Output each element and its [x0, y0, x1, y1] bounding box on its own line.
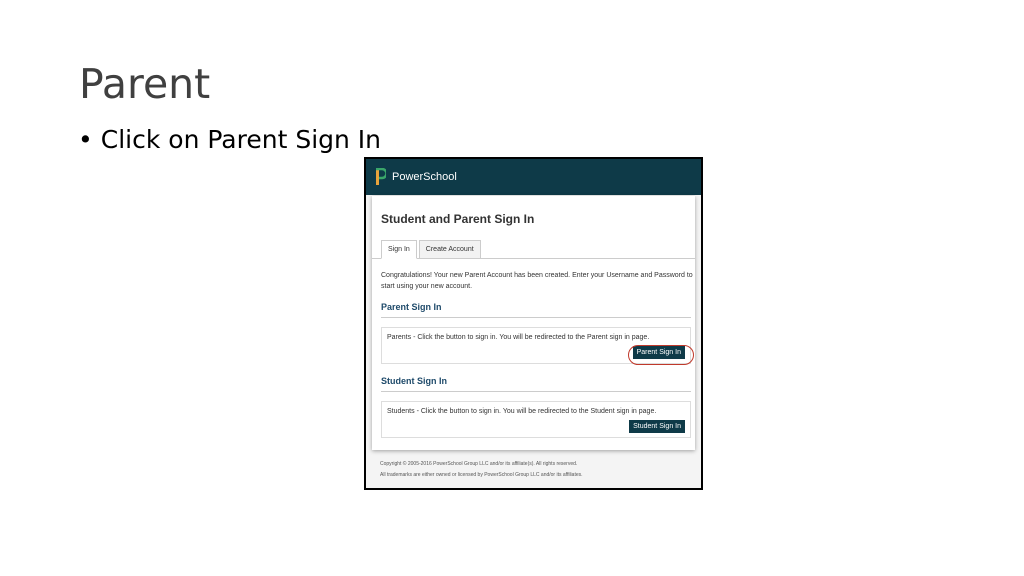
parent-sign-in-text: Parents - Click the button to sign in. Y… [387, 334, 650, 341]
sign-in-card: Student and Parent Sign In Sign In Creat… [372, 196, 695, 450]
parent-heading-rule [381, 317, 691, 318]
bullet-marker: • [78, 125, 93, 154]
powerschool-header: PowerSchool [366, 159, 701, 195]
student-sign-in-text: Students - Click the button to sign in. … [387, 408, 657, 415]
slide-bullet: • Click on Parent Sign In [78, 125, 381, 154]
student-heading-rule [381, 391, 691, 392]
student-sign-in-box: Students - Click the button to sign in. … [381, 401, 691, 438]
powerschool-screenshot: PowerSchool Student and Parent Sign In S… [364, 157, 703, 490]
footer-copyright: Copyright © 2005-2016 PowerSchool Group … [380, 461, 578, 467]
bullet-text: Click on Parent Sign In [100, 125, 382, 154]
success-message: Congratulations! Your new Parent Account… [381, 272, 693, 290]
tab-sign-in[interactable]: Sign In [381, 240, 417, 259]
student-sign-in-heading: Student Sign In [381, 376, 447, 386]
tab-create-account[interactable]: Create Account [418, 240, 481, 259]
footer-trademarks: All trademarks are either owned or licen… [380, 472, 583, 478]
powerschool-brand: PowerSchool [392, 171, 457, 183]
powerschool-logo-icon [375, 168, 386, 186]
parent-sign-in-heading: Parent Sign In [381, 302, 442, 312]
highlight-circle [628, 345, 694, 365]
page-title: Student and Parent Sign In [381, 212, 535, 226]
slide-title: Parent [79, 60, 211, 108]
student-sign-in-button[interactable]: Student Sign In [629, 420, 685, 433]
tab-bar: Sign In Create Account [381, 240, 481, 259]
